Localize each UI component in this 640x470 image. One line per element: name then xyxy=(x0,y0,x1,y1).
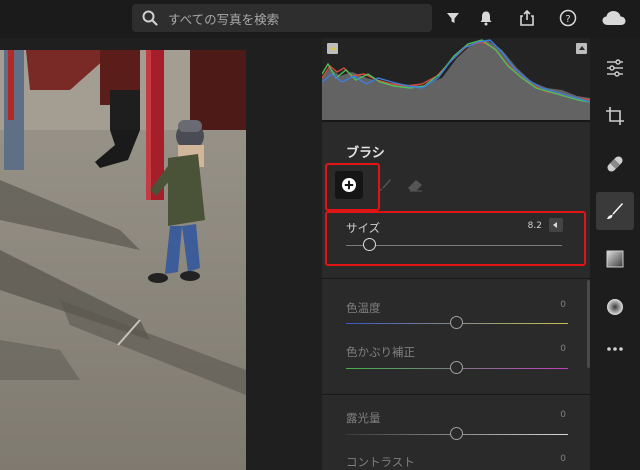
crop-icon xyxy=(606,107,624,125)
divider xyxy=(322,394,590,395)
more-icon xyxy=(607,347,623,351)
divider xyxy=(322,278,590,279)
exposure-slider-handle[interactable] xyxy=(450,427,463,440)
adjust-sliders-icon xyxy=(607,59,623,77)
brush-icon xyxy=(607,203,623,219)
crop-button[interactable] xyxy=(590,96,640,136)
right-tool-rail xyxy=(590,38,640,470)
help-icon[interactable]: ? xyxy=(557,7,579,29)
highlight-clipping-toggle[interactable] xyxy=(576,43,587,54)
edit-button[interactable] xyxy=(590,48,640,88)
svg-text:?: ? xyxy=(565,14,570,25)
contrast-value[interactable]: 0 xyxy=(542,454,566,464)
cloud-icon[interactable] xyxy=(600,7,628,29)
linear-gradient-icon xyxy=(606,250,624,268)
tint-value[interactable]: 0 xyxy=(542,344,566,354)
tint-label: 色かぶり補正 xyxy=(346,345,415,359)
temp-slider-handle[interactable] xyxy=(450,316,463,329)
radial-gradient-icon xyxy=(607,299,623,315)
brush-button-selected xyxy=(596,192,634,230)
shadow-clipping-toggle[interactable] xyxy=(327,43,338,54)
radial-gradient-button[interactable] xyxy=(590,287,640,327)
search-icon xyxy=(142,10,158,26)
contrast-label: コントラスト xyxy=(346,455,415,469)
add-brush-highlight xyxy=(325,163,380,211)
size-highlight xyxy=(325,211,586,266)
eraser-icon xyxy=(408,180,422,192)
divider xyxy=(322,120,590,122)
temp-label: 色温度 xyxy=(346,301,381,315)
search-box[interactable]: すべての写真を検索 xyxy=(132,4,432,32)
eraser-tool-button[interactable] xyxy=(406,176,424,194)
healing-button[interactable] xyxy=(590,144,640,184)
exposure-label: 露光量 xyxy=(346,411,381,425)
search-input[interactable]: すべての写真を検索 xyxy=(168,9,279,28)
panel-title: ブラシ xyxy=(346,146,385,161)
healing-bandage-icon xyxy=(607,156,623,172)
brush-button[interactable] xyxy=(590,191,640,231)
histogram xyxy=(321,38,591,120)
more-button[interactable] xyxy=(590,329,640,369)
photo-image xyxy=(0,50,246,470)
exposure-value[interactable]: 0 xyxy=(542,410,566,420)
linear-gradient-button[interactable] xyxy=(590,239,640,279)
top-bar: すべての写真を検索 ? xyxy=(0,0,640,38)
tint-slider-handle[interactable] xyxy=(450,361,463,374)
bell-icon[interactable] xyxy=(475,7,497,29)
temp-value[interactable]: 0 xyxy=(542,300,566,310)
filter-icon[interactable] xyxy=(442,7,464,29)
share-icon[interactable] xyxy=(516,7,538,29)
photo-canvas[interactable] xyxy=(0,38,322,470)
